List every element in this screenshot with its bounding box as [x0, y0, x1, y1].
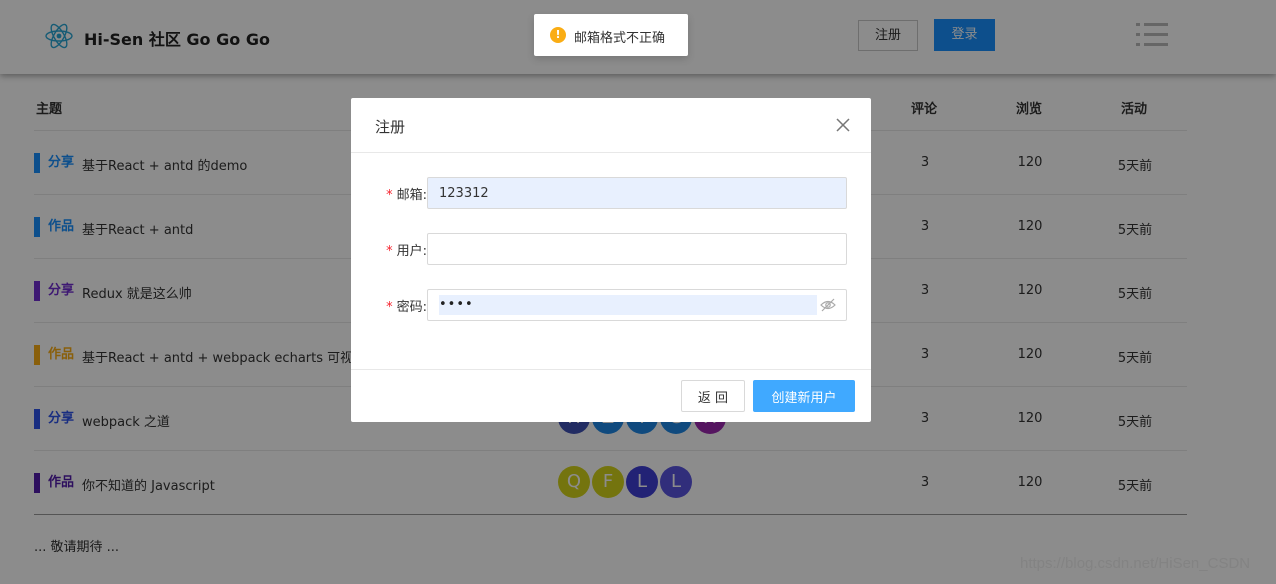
- password-row: *密码: ••••: [351, 289, 871, 321]
- eye-invisible-icon[interactable]: [820, 298, 836, 312]
- required-mark: *: [386, 188, 393, 203]
- modal-header: 注册: [351, 98, 871, 153]
- back-button[interactable]: 返 回: [681, 380, 745, 412]
- password-value: ••••: [439, 295, 817, 315]
- register-modal: 注册 *邮箱: *用户: *密码: •••• 返 回 创建新用户: [351, 98, 871, 422]
- email-row: *邮箱:: [351, 177, 871, 209]
- password-field[interactable]: ••••: [427, 289, 847, 321]
- required-mark: *: [386, 300, 393, 315]
- close-icon[interactable]: [835, 117, 851, 133]
- modal-footer: 返 回 创建新用户: [351, 369, 871, 422]
- message-toast: ! 邮箱格式不正确: [534, 14, 688, 56]
- user-label: *用户:: [386, 240, 427, 259]
- user-field[interactable]: [427, 233, 847, 265]
- required-mark: *: [386, 244, 393, 259]
- modal-title: 注册: [375, 116, 405, 137]
- password-label: *密码:: [386, 296, 427, 315]
- email-field[interactable]: [427, 177, 847, 209]
- user-row: *用户:: [351, 233, 871, 265]
- toast-text: 邮箱格式不正确: [574, 27, 665, 46]
- create-user-button[interactable]: 创建新用户: [753, 380, 855, 412]
- warning-icon: !: [550, 27, 566, 43]
- email-label: *邮箱:: [386, 184, 427, 203]
